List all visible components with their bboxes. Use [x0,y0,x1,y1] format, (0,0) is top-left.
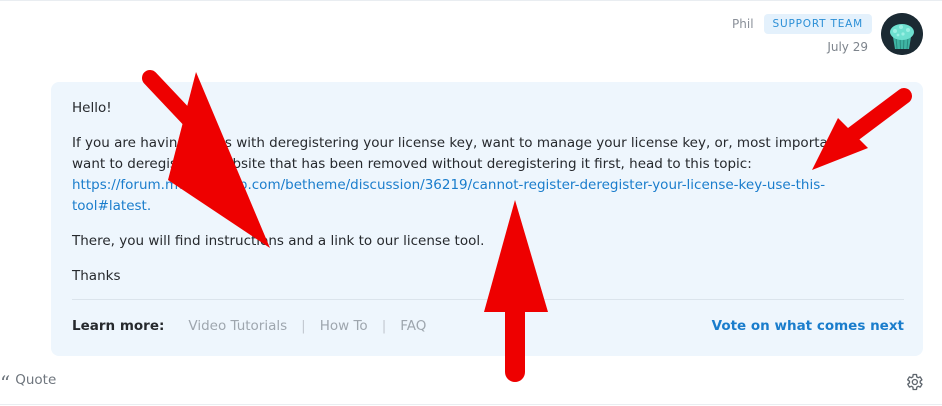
message-content: Hello! If you are having issues with der… [72,98,892,301]
author-name[interactable]: Phil [732,17,754,31]
gear-icon[interactable] [904,372,924,392]
quote-icon: “ [0,371,11,395]
sign-off: Thanks [72,268,121,284]
body-text: If you are having issues with deregister… [72,135,858,172]
vote-link[interactable]: Vote on what comes next [712,318,904,334]
how-to-link[interactable]: How To [320,318,368,334]
instructions-text: There, you will find instructions and a … [72,233,485,249]
bottom-divider [0,404,942,405]
top-divider [0,0,942,1]
video-tutorials-link[interactable]: Video Tutorials [188,318,287,334]
learn-more-label: Learn more: [72,318,165,334]
faq-link[interactable]: FAQ [400,318,426,334]
post-author-row: Phil SUPPORT TEAM [732,14,872,34]
post-date: July 29 [827,40,868,54]
cupcake-avatar-icon [881,13,923,55]
message-bubble: Hello! If you are having issues with der… [51,82,923,356]
separator: | [381,318,387,334]
avatar[interactable] [881,13,923,55]
quote-label: Quote [15,372,57,388]
learn-more-divider [72,299,904,300]
quote-button[interactable]: “ Quote [0,371,57,395]
topic-link[interactable]: https://forum.muffingroup.com/betheme/di… [72,177,825,214]
message-body: If you are having issues with deregister… [72,133,892,217]
learn-more-row: Learn more: Video Tutorials | How To | F… [72,318,904,334]
support-team-badge: SUPPORT TEAM [763,14,872,34]
greeting: Hello! [72,100,112,116]
separator: | [301,318,306,334]
